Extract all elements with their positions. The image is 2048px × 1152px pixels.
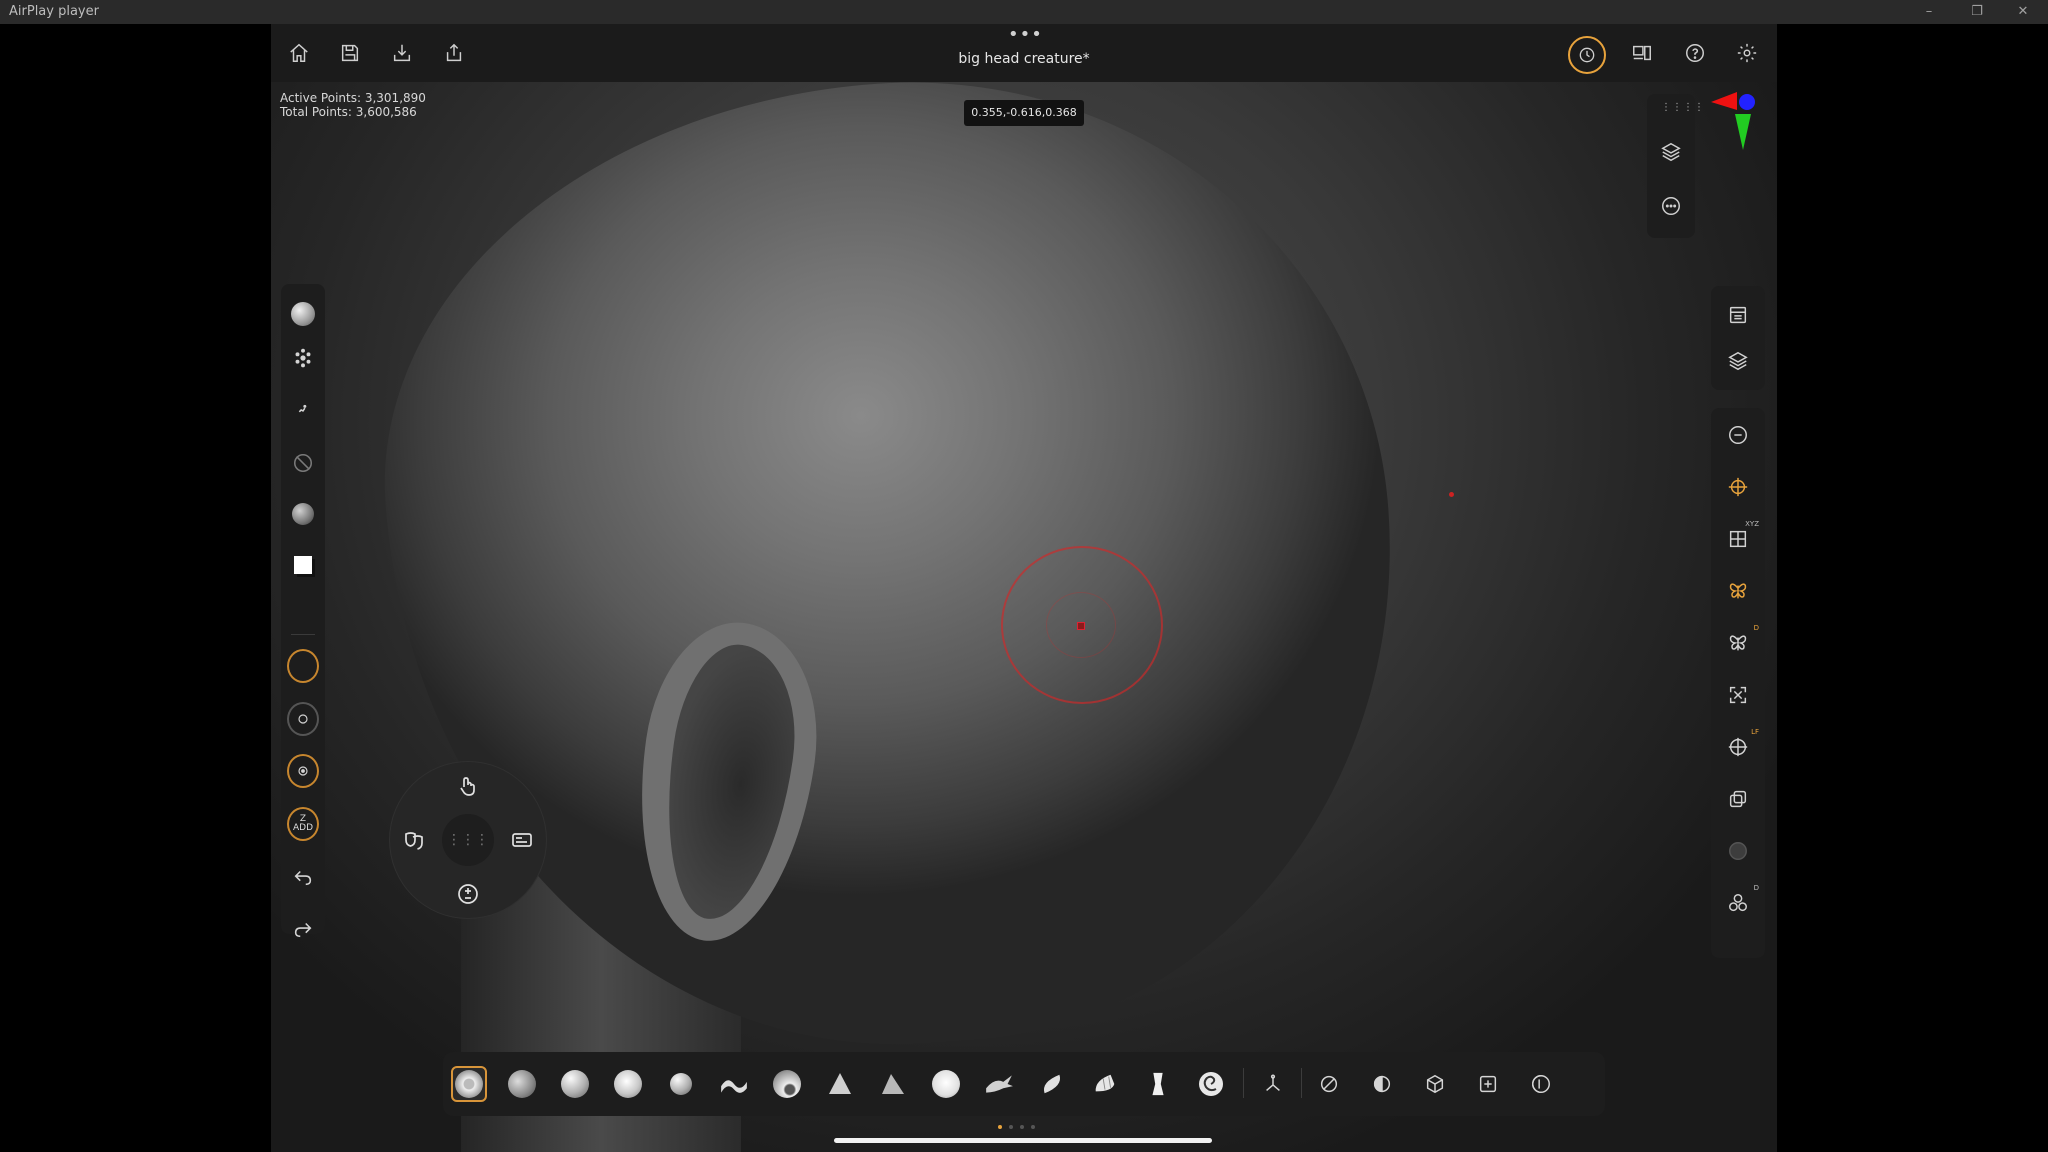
brush-palette [443, 1052, 1605, 1116]
radial-symmetry-icon[interactable]: D [1721, 624, 1759, 660]
brush-trim[interactable] [875, 1066, 911, 1102]
brush-move[interactable] [716, 1066, 752, 1102]
fit-view-icon[interactable] [1721, 678, 1755, 712]
page-dot[interactable] [1020, 1125, 1024, 1129]
redo-icon[interactable] [287, 913, 319, 945]
divider [1301, 1068, 1302, 1098]
close-button[interactable]: ✕ [2000, 1, 2046, 23]
layers-icon[interactable] [1655, 136, 1687, 168]
mask-icon[interactable] [1311, 1066, 1347, 1102]
spray-stroke-icon[interactable] [287, 342, 319, 374]
window-titlebar: AirPlay player – ❐ ✕ [0, 0, 2048, 24]
brush-spiral[interactable] [1193, 1066, 1229, 1102]
local-rotate-icon[interactable]: LF [1721, 728, 1759, 764]
intensity-dial[interactable] [287, 754, 319, 788]
layout-icon[interactable] [1626, 37, 1658, 69]
sculpt-app: ••• big head creature* Active Points: 3,… [271, 24, 1777, 1152]
window-title: AirPlay player [9, 4, 99, 19]
brush-pinch[interactable] [822, 1066, 858, 1102]
more-menu-button[interactable]: ••• [1008, 26, 1042, 44]
brush-preview-button[interactable] [287, 298, 319, 330]
more-options-icon[interactable] [1655, 190, 1687, 222]
dynamic-subdiv-icon[interactable] [1523, 1066, 1559, 1102]
duplicate-icon[interactable] [1721, 782, 1755, 816]
alpha-off-icon[interactable] [287, 447, 319, 479]
subtool-layers-icon[interactable] [1721, 344, 1755, 378]
page-indicator [998, 1125, 1050, 1133]
document-icon[interactable] [1721, 298, 1755, 332]
radial-grid-icon[interactable]: ⋮⋮⋮ [442, 814, 494, 866]
focal-shift-dial[interactable] [287, 702, 319, 736]
brush-dam-standard[interactable] [663, 1066, 699, 1102]
z-add-toggle[interactable]: Z ADD [287, 807, 319, 841]
move-gizmo-icon[interactable] [1721, 470, 1755, 504]
settings-icon[interactable] [1731, 37, 1763, 69]
help-icon[interactable] [1679, 37, 1711, 69]
stroke-marker [1449, 492, 1454, 497]
brush-standard[interactable] [504, 1066, 540, 1102]
brush-clay-buildup[interactable] [451, 1066, 487, 1102]
polyframe-icon[interactable] [1721, 834, 1755, 868]
material-sphere-icon[interactable] [287, 498, 319, 530]
minimize-button[interactable]: – [1906, 1, 1952, 23]
divider [1243, 1068, 1244, 1098]
cube-icon[interactable] [1417, 1066, 1453, 1102]
xyz-frame-icon[interactable]: XYZ [1721, 520, 1759, 556]
brush-polish[interactable] [1034, 1066, 1070, 1102]
brush-flatten[interactable] [928, 1066, 964, 1102]
left-toolbar: Z ADD [281, 284, 325, 938]
brush-curve[interactable] [1140, 1066, 1176, 1102]
orientation-gizmo[interactable] [1707, 90, 1757, 180]
top-bar: ••• big head creature* [271, 24, 1777, 82]
page-dot[interactable] [1009, 1125, 1013, 1129]
z-add-label: Z ADD [287, 807, 319, 841]
add-panel-icon[interactable] [1470, 1066, 1506, 1102]
document-title: big head creature* [958, 51, 1090, 67]
brush-cursor-dot [1077, 622, 1085, 630]
home-indicator[interactable] [834, 1138, 1212, 1143]
drag-grip-icon[interactable]: ⋮⋮⋮⋮ [1661, 102, 1705, 113]
color-swatch[interactable] [287, 549, 319, 581]
restore-button[interactable]: ❐ [1954, 1, 2000, 23]
symmetry-butterfly-icon[interactable] [1721, 574, 1755, 608]
page-dot[interactable] [998, 1125, 1002, 1129]
total-points: Total Points: 3,600,586 [280, 105, 417, 119]
undo-icon[interactable] [287, 861, 319, 893]
fps-icon[interactable] [1721, 418, 1755, 452]
divider [291, 634, 315, 635]
active-points: Active Points: 3,301,890 [280, 91, 426, 105]
transpose-icon[interactable] [1255, 1066, 1291, 1102]
brush-h-polish[interactable] [1087, 1066, 1123, 1102]
spheres-icon[interactable]: D [1721, 884, 1759, 920]
masks-icon[interactable] [398, 824, 430, 856]
brush-snake-hook[interactable] [981, 1066, 1017, 1102]
history-icon[interactable] [1568, 36, 1606, 74]
half-sphere-icon[interactable] [1364, 1066, 1400, 1102]
panels-icon[interactable] [506, 824, 538, 856]
point-stats: Active Points: 3,301,890 Total Points: 3… [280, 91, 426, 119]
right-toolbar-top [1711, 286, 1765, 390]
dots-stroke-icon[interactable] [287, 394, 319, 426]
brush-clay[interactable] [557, 1066, 593, 1102]
page-dot[interactable] [1031, 1125, 1035, 1129]
coordinate-tooltip: 0.355,-0.616,0.368 [964, 100, 1084, 126]
viewport-mini-panel: ⋮⋮⋮⋮ [1647, 94, 1704, 238]
gesture-hand-icon[interactable] [452, 770, 484, 802]
radial-menu: ⋮⋮⋮ [390, 762, 546, 918]
subdivide-icon[interactable] [452, 878, 484, 910]
draw-size-dial[interactable] [287, 649, 319, 683]
brush-inflate[interactable] [610, 1066, 646, 1102]
right-toolbar-main: XYZ D LF D [1711, 408, 1765, 958]
brush-smooth[interactable] [769, 1066, 805, 1102]
